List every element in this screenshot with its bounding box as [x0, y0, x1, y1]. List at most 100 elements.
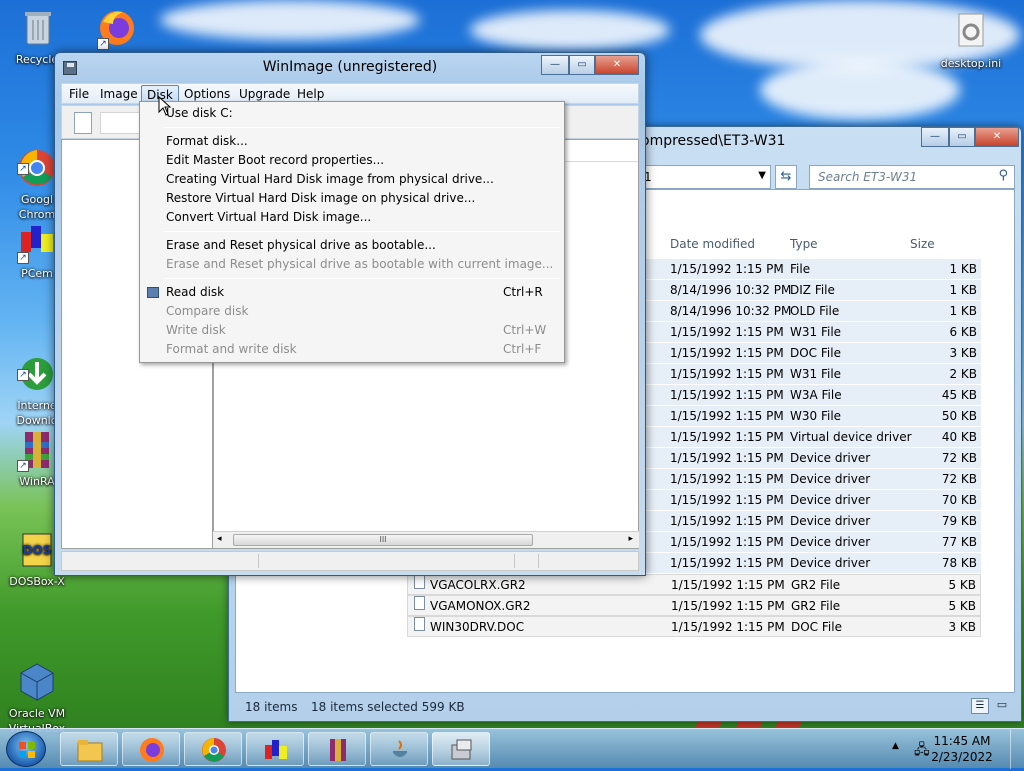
menu-item-read-disk[interactable]: Read disk Ctrl+R — [141, 283, 563, 302]
menu-item-use-disk-c[interactable]: Use disk C: — [141, 104, 563, 123]
scroll-left-icon[interactable]: ◂ — [217, 534, 222, 544]
chrome-icon: ↗ — [15, 131, 59, 186]
column-header-size[interactable]: Size — [910, 233, 935, 255]
file-type: Device driver — [790, 472, 871, 486]
file-date: 1/15/1992 1:15 PM — [670, 451, 784, 465]
menu-separator — [164, 231, 560, 232]
taskbar: ▲ 🖧 11:45 AM 2/23/2022 — [0, 728, 1024, 769]
menu-file[interactable]: File — [64, 85, 94, 103]
menu-item-format-write-disk: Format and write disk Ctrl+F — [166, 342, 542, 356]
menu-item-convert-vhd[interactable]: Convert Virtual Hard Disk image... — [141, 208, 563, 227]
file-date: 1/15/1992 1:15 PM — [670, 388, 784, 402]
file-type: Device driver — [790, 451, 871, 465]
thumbnail-view-icon[interactable]: ▭ — [993, 698, 1011, 714]
status-separator — [514, 554, 515, 568]
firefox-icon: ↗ — [95, 6, 139, 50]
new-image-icon[interactable] — [74, 112, 92, 134]
taskbar-winimage[interactable] — [432, 732, 490, 766]
menu-item-write-disk: Write disk Ctrl+W — [166, 323, 547, 337]
menu-image[interactable]: Image — [95, 85, 143, 103]
file-icon — [414, 596, 425, 610]
desktop-icon-virtualbox[interactable]: Oracle VM VirtualBox — [0, 630, 74, 736]
file-size: 78 KB — [941, 556, 977, 570]
firefox-icon — [140, 738, 164, 762]
shortcut-arrow-icon: ↗ — [17, 460, 29, 472]
horizontal-scrollbar[interactable]: ◂ III ▸ — [213, 531, 639, 548]
menu-item-edit-mbr[interactable]: Edit Master Boot record properties... — [141, 151, 563, 170]
file-type: GR2 File — [791, 599, 841, 613]
close-button[interactable]: ✕ — [595, 55, 639, 75]
taskbar-java[interactable] — [370, 732, 428, 766]
clock-date: 2/23/2022 — [931, 750, 993, 764]
file-date: 1/15/1992 1:15 PM — [670, 262, 784, 276]
menu-separator — [164, 127, 560, 128]
file-date: 1/15/1992 1:15 PM — [671, 599, 785, 613]
winrar-icon — [330, 739, 346, 761]
desktop-icon-desktop-ini[interactable]: desktop.ini — [934, 10, 1008, 71]
search-input[interactable]: Search ET3-W31 ⚲ — [809, 165, 1015, 189]
column-header-type[interactable]: Type — [790, 233, 818, 255]
file-size: 79 KB — [941, 514, 977, 528]
file-row[interactable]: VGACOLRX.GR2 1/15/1992 1:15 PM GR2 File 5 K… — [407, 574, 981, 595]
close-button[interactable]: ✕ — [975, 127, 1019, 147]
file-row[interactable]: VGAMONOX.GR2 1/15/1992 1:15 PM GR2 File 5 K… — [407, 595, 981, 616]
taskbar-winrar[interactable] — [308, 732, 366, 766]
taskbar-chrome[interactable] — [184, 732, 242, 766]
maximize-button[interactable]: ▭ — [949, 127, 975, 147]
pcem-icon — [265, 740, 287, 759]
search-icon[interactable]: ⚲ — [998, 168, 1008, 183]
menu-item-create-vhd[interactable]: Creating Virtual Hard Disk image from ph… — [141, 170, 563, 189]
winrar-icon: ↗ — [15, 428, 59, 472]
file-date: 1/15/1992 1:15 PM — [670, 493, 784, 507]
status-bar: 18 items 18 items selected 599 KB ☰ ▭ — [235, 695, 1015, 719]
shortcut-arrow-icon: ↗ — [17, 163, 29, 175]
menu-item-format-disk[interactable]: Format disk... — [141, 132, 563, 151]
chevron-down-icon[interactable]: ▼ — [758, 170, 766, 181]
show-hidden-icons-icon[interactable]: ▲ — [892, 741, 899, 751]
file-size: 77 KB — [941, 535, 977, 549]
details-view-icon[interactable]: ☰ — [971, 698, 989, 714]
file-name: WIN30DRV.DOC — [430, 620, 525, 634]
taskbar-pcem[interactable] — [246, 732, 304, 766]
file-type: Device driver — [790, 535, 871, 549]
file-type: DIZ File — [790, 283, 835, 297]
file-date: 1/15/1992 1:15 PM — [670, 409, 784, 423]
desktop-icon-label: Googl Chrom — [18, 193, 56, 221]
shortcut-arrow-icon: ↗ — [17, 369, 29, 381]
show-desktop-button[interactable] — [1010, 729, 1024, 769]
settings-file-icon — [949, 10, 993, 54]
desktop-icon-label: PCem — [21, 267, 53, 280]
file-size: 5 KB — [948, 578, 976, 592]
file-size: 72 KB — [941, 472, 977, 486]
start-button[interactable] — [6, 731, 46, 767]
column-header-date[interactable]: Date modified — [670, 233, 755, 255]
menu-item-erase-reset[interactable]: Erase and Reset physical drive as bootab… — [141, 236, 563, 255]
taskbar-firefox[interactable] — [122, 732, 180, 766]
maximize-button[interactable]: ▭ — [569, 55, 595, 75]
java-icon — [393, 740, 407, 757]
system-clock[interactable]: 11:45 AM 2/23/2022 — [926, 733, 998, 765]
file-size: 1 KB — [949, 283, 977, 297]
read-disk-icon — [147, 287, 159, 298]
file-type: DOC File — [790, 346, 841, 360]
window-path-title: ompressed\ET3-W31 — [641, 133, 786, 149]
virtualbox-icon — [15, 645, 59, 701]
file-row[interactable]: WIN30DRV.DOC 1/15/1992 1:15 PM DOC File 3 K… — [407, 616, 981, 637]
scroll-thumb[interactable]: III — [233, 534, 533, 546]
folder-icon — [77, 740, 103, 762]
address-bar[interactable]: 1 ▼ — [639, 165, 771, 189]
file-size: 1 KB — [949, 304, 977, 318]
scroll-right-icon[interactable]: ▸ — [628, 534, 633, 544]
desktop-icon-label: WinRA — [19, 475, 55, 488]
svg-text:DOS: DOS — [23, 543, 52, 557]
taskbar-explorer[interactable] — [60, 732, 118, 766]
menu-item-restore-vhd[interactable]: Restore Virtual Hard Disk image on physi… — [141, 189, 563, 208]
menu-item-compare-disk: Compare disk — [166, 304, 249, 318]
file-icon — [414, 575, 425, 589]
minimize-button[interactable]: — — [921, 127, 949, 147]
file-size: 3 KB — [948, 620, 976, 634]
desktop-icon-firefox[interactable]: ↗ — [80, 6, 154, 52]
minimize-button[interactable]: — — [541, 55, 569, 75]
refresh-button[interactable]: ⇆ — [775, 165, 797, 189]
desktop-icon-label: Recycle — [15, 53, 59, 66]
